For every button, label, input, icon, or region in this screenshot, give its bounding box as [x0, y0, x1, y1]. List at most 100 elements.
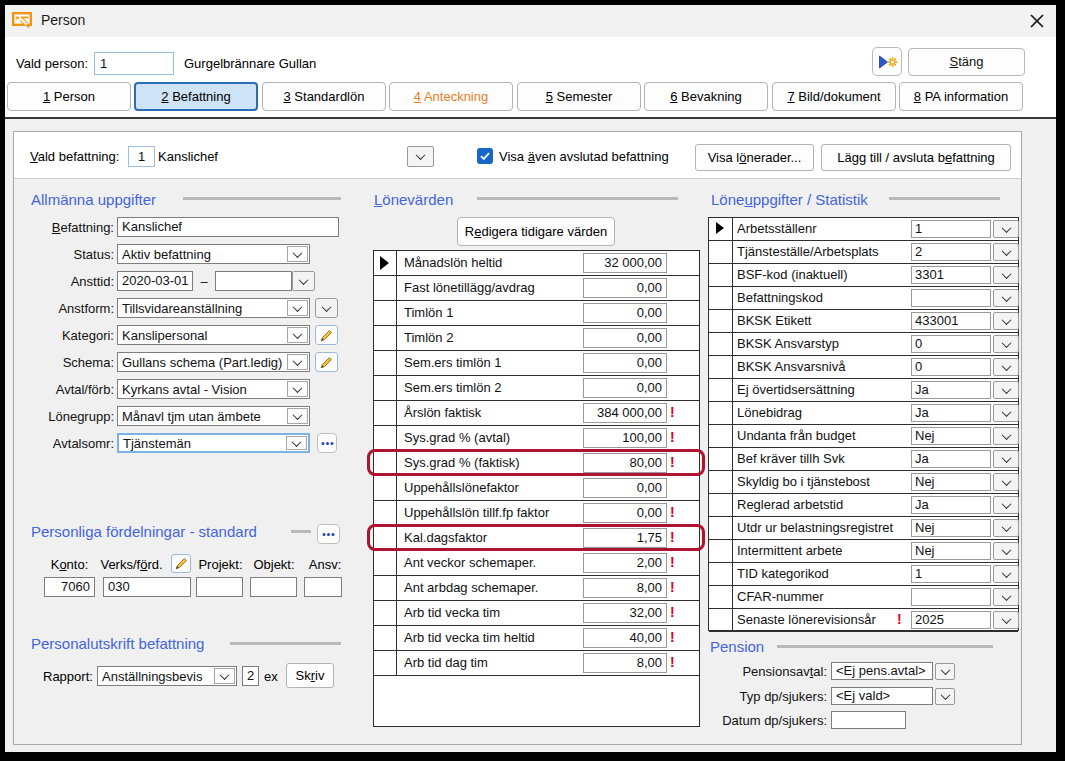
print-button[interactable]: Skriv [286, 663, 334, 688]
pension-value-0[interactable]: <Ej pens.avtal> [831, 662, 933, 680]
pension-dropdown-button[interactable] [935, 688, 955, 705]
field-combobox[interactable]: Kyrkans avtal - Vision [117, 379, 310, 399]
statistics-dropdown-button[interactable] [993, 381, 1019, 399]
edit-pencil-button[interactable] [315, 352, 338, 372]
copies-input[interactable]: 2 [242, 666, 259, 686]
selected-position-input[interactable]: 1 [128, 146, 155, 167]
statistics-row-value[interactable]: 433001 [911, 312, 991, 330]
combobox-dropdown-button[interactable] [287, 300, 308, 316]
salary-row-value[interactable]: 40,00 [583, 628, 667, 648]
statistics-row-value[interactable]: 3301 [911, 266, 991, 284]
tab-befattning[interactable]: 2 Befattning [134, 82, 258, 111]
tab-bild-dokument[interactable]: 7 Bild/dokument [772, 82, 896, 111]
statistics-dropdown-button[interactable] [993, 611, 1019, 629]
edit-previous-values-button[interactable]: Redigera tidigare värden [457, 217, 615, 246]
statistics-dropdown-button[interactable] [993, 542, 1019, 560]
statistics-row-value[interactable]: Ja [911, 381, 991, 399]
salary-row-value[interactable]: 1,75 [583, 528, 667, 548]
statistics-row-value[interactable]: 1 [911, 565, 991, 583]
position-dropdown-button[interactable] [407, 146, 434, 167]
field-combobox[interactable]: Aktiv befattning [117, 244, 310, 264]
statistics-row-value[interactable]: Nej [911, 519, 991, 537]
statistics-dropdown-button[interactable] [993, 243, 1019, 261]
salary-row-value[interactable]: 100,00 [583, 428, 667, 448]
tab-anteckning[interactable]: 4 Anteckning [389, 82, 513, 111]
distribution-input-ansv[interactable] [304, 577, 342, 597]
window-titlebar[interactable]: Person [5, 5, 1056, 37]
selected-person-input[interactable]: 1 [94, 52, 174, 75]
run-button[interactable] [872, 47, 902, 76]
report-dropdown-button[interactable] [214, 668, 235, 684]
field-combobox[interactable]: Tillsvidareanställning [117, 298, 310, 318]
salary-row-value[interactable]: 0,00 [583, 278, 667, 298]
statistics-dropdown-button[interactable] [993, 450, 1019, 468]
distribution-input-verksfrd[interactable]: 030 [103, 577, 191, 597]
salary-row-value[interactable]: 32 000,00 [583, 253, 667, 273]
salary-row-value[interactable]: 0,00 [583, 503, 667, 523]
field-input[interactable]: Kanslichef [117, 217, 339, 237]
combobox-dropdown-button[interactable] [286, 436, 307, 450]
statistics-row-value[interactable]: 1 [911, 220, 991, 238]
field-combobox[interactable]: Månavl tjm utan ämbete [117, 406, 310, 426]
statistics-dropdown-button[interactable] [993, 266, 1019, 284]
statistics-row-value[interactable] [911, 289, 991, 307]
field-combobox[interactable]: Gullans schema (Part.ledig) [117, 352, 310, 372]
statistics-dropdown-button[interactable] [993, 289, 1019, 307]
salary-row-value[interactable]: 80,00 [583, 453, 667, 473]
combobox-dropdown-button[interactable] [287, 381, 308, 397]
statistics-dropdown-button[interactable] [993, 427, 1019, 445]
salary-row-value[interactable]: 0,00 [583, 328, 667, 348]
distribution-input-projekt[interactable] [196, 577, 243, 597]
statistics-row-value[interactable]: Nej [911, 473, 991, 491]
statistics-dropdown-button[interactable] [993, 404, 1019, 422]
pension-value-2[interactable] [831, 711, 906, 729]
statistics-dropdown-button[interactable] [993, 335, 1019, 353]
edit-pencil-button[interactable] [315, 325, 338, 345]
report-combobox[interactable]: Anställningsbevis [97, 666, 237, 686]
distribution-options-button[interactable] [317, 524, 340, 544]
statistics-row-value[interactable]: 0 [911, 358, 991, 376]
pension-dropdown-button[interactable] [935, 663, 955, 680]
statistics-dropdown-button[interactable] [993, 358, 1019, 376]
field-combobox[interactable]: Tjänstemän [117, 433, 310, 453]
add-end-position-button[interactable]: Lägg till / avsluta befattning [821, 144, 1011, 171]
more-options-button[interactable] [317, 433, 337, 453]
statistics-dropdown-button[interactable] [993, 473, 1019, 491]
date-dropdown-button[interactable] [292, 271, 315, 291]
tab-pa-information[interactable]: 8 PA information [899, 82, 1023, 111]
statistics-row-value[interactable]: 2 [911, 243, 991, 261]
statistics-row-value[interactable]: 2025 [911, 611, 991, 629]
statistics-dropdown-button[interactable] [993, 519, 1019, 537]
salary-row-value[interactable]: 2,00 [583, 553, 667, 573]
tab-bevakning[interactable]: 6 Bevakning [644, 82, 768, 111]
combobox-dropdown-button[interactable] [287, 327, 308, 343]
distribution-input-objekt[interactable] [250, 577, 297, 597]
salary-row-value[interactable]: 32,00 [583, 603, 667, 623]
field-combobox[interactable]: Kanslipersonal [117, 325, 310, 345]
show-ended-positions-checkbox[interactable] [477, 148, 493, 164]
salary-row-value[interactable]: 384 000,00 [583, 403, 667, 423]
edit-pencil-button[interactable] [171, 554, 191, 573]
statistics-row-value[interactable]: Nej [911, 542, 991, 560]
statistics-dropdown-button[interactable] [993, 220, 1019, 238]
date-to-input[interactable] [215, 271, 292, 291]
statistics-row-value[interactable]: Ja [911, 404, 991, 422]
salary-row-value[interactable]: 8,00 [583, 578, 667, 598]
statistics-dropdown-button[interactable] [993, 588, 1019, 606]
combobox-dropdown-button[interactable] [287, 354, 308, 370]
statistics-dropdown-button[interactable] [993, 565, 1019, 583]
salary-row-value[interactable]: 0,00 [583, 303, 667, 323]
statistics-row-value[interactable]: Nej [911, 427, 991, 445]
statistics-dropdown-button[interactable] [993, 496, 1019, 514]
statistics-row-value[interactable]: Ja [911, 496, 991, 514]
tab-person[interactable]: 1 Person [7, 82, 131, 111]
tab-semester[interactable]: 5 Semester [517, 82, 641, 111]
close-icon[interactable] [1028, 12, 1045, 29]
statistics-dropdown-button[interactable] [993, 312, 1019, 330]
statistics-row-value[interactable]: 0 [911, 335, 991, 353]
salary-row-value[interactable]: 0,00 [583, 378, 667, 398]
combobox-dropdown-button[interactable] [287, 246, 308, 262]
date-from-input[interactable]: 2020-03-01 [117, 271, 193, 291]
distribution-input-konto[interactable]: 7060 [44, 577, 95, 597]
statistics-row-value[interactable]: Ja [911, 450, 991, 468]
